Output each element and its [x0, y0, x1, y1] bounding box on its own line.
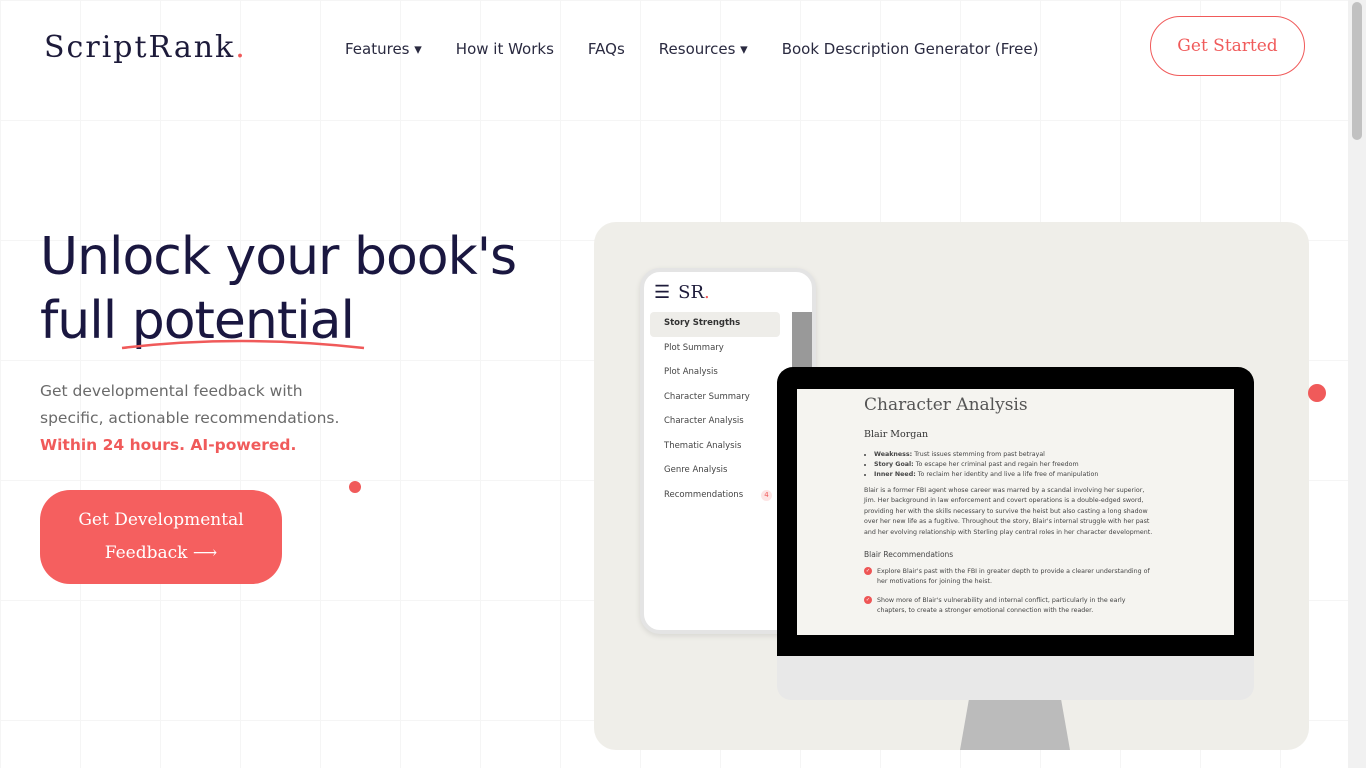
character-description: Blair is a former FBI agent whose career… [864, 487, 1153, 536]
logo-text: ScriptRank [44, 30, 236, 65]
underline-decoration [121, 339, 365, 350]
main-nav: Features ▾ How it Works FAQs Resources ▾… [345, 40, 1038, 58]
decorative-dot [349, 481, 361, 493]
phone-logo: SR [678, 281, 705, 303]
monitor-chin [777, 656, 1254, 700]
trait: Weakness: Trust issues stemming from pas… [874, 450, 1234, 460]
decorative-dot [1308, 384, 1326, 402]
item-label: Recommendations [664, 489, 744, 500]
character-name: Blair Morgan [864, 429, 929, 440]
get-feedback-button[interactable]: Get Developmental Feedback ⟶ [40, 490, 282, 584]
recommendation: ✓ Explore Blair's past with the FBI in gr… [864, 567, 1150, 586]
menu-icon: ☰ [654, 281, 671, 303]
phone-menu-item: Plot Summary [664, 342, 724, 353]
logo[interactable]: ScriptRank. [44, 30, 247, 65]
phone-menu-item: Story Strengths [650, 312, 780, 337]
nav-faqs[interactable]: FAQs [588, 40, 625, 58]
screen-title: Character Analysis [864, 395, 1028, 415]
get-started-button[interactable]: Get Started [1150, 16, 1305, 76]
hero-subtitle: Get developmental feedback with specific… [40, 378, 370, 459]
monitor-mockup: Character Analysis Blair Morgan Weakness… [777, 367, 1254, 657]
nav-features[interactable]: Features ▾ [345, 40, 422, 58]
title-line-1: Unlock your book's [40, 227, 517, 287]
page-title: Unlock your book's full potential [40, 225, 517, 353]
scrollbar[interactable] [1348, 0, 1366, 768]
count-badge: 4 [761, 489, 772, 501]
phone-menu-item: Recommendations 4 [650, 484, 780, 509]
phone-menu-item: Genre Analysis [664, 465, 728, 475]
phone-menu-item: Character Analysis [664, 416, 744, 426]
check-icon: ✓ [864, 595, 872, 604]
nav-how-it-works[interactable]: How it Works [456, 40, 554, 58]
header: ScriptRank. Features ▾ How it Works FAQs… [0, 0, 1348, 100]
scrollbar-thumb[interactable] [1352, 2, 1362, 140]
phone-menu-item: Thematic Analysis [664, 440, 742, 451]
arrow-right-icon: ⟶ [192, 543, 218, 563]
trait-list: Weakness: Trust issues stemming from pas… [874, 450, 1234, 480]
subtitle-text: Get developmental feedback with specific… [40, 382, 340, 427]
nav-book-description-generator[interactable]: Book Description Generator (Free) [782, 40, 1039, 58]
phone-menu-item: Plot Analysis [664, 367, 718, 377]
logo-dot: . [235, 30, 247, 65]
cta-label: Get Developmental Feedback [78, 510, 244, 563]
trait: Story Goal: To escape her criminal past … [874, 460, 1234, 470]
check-icon: ✓ [864, 567, 872, 576]
monitor-screen: Character Analysis Blair Morgan Weakness… [797, 389, 1234, 635]
recommendations-title: Blair Recommendations [864, 550, 954, 560]
nav-resources[interactable]: Resources ▾ [659, 40, 748, 58]
subtitle-highlight: Within 24 hours. AI-powered. [40, 436, 297, 454]
recommendation: ✓ Show more of Blair's vulnerability and … [864, 595, 1126, 615]
monitor-stand [960, 700, 1070, 750]
trait: Inner Need: To reclaim her identity and … [874, 470, 1234, 480]
phone-menu-item: Character Summary [664, 391, 750, 402]
